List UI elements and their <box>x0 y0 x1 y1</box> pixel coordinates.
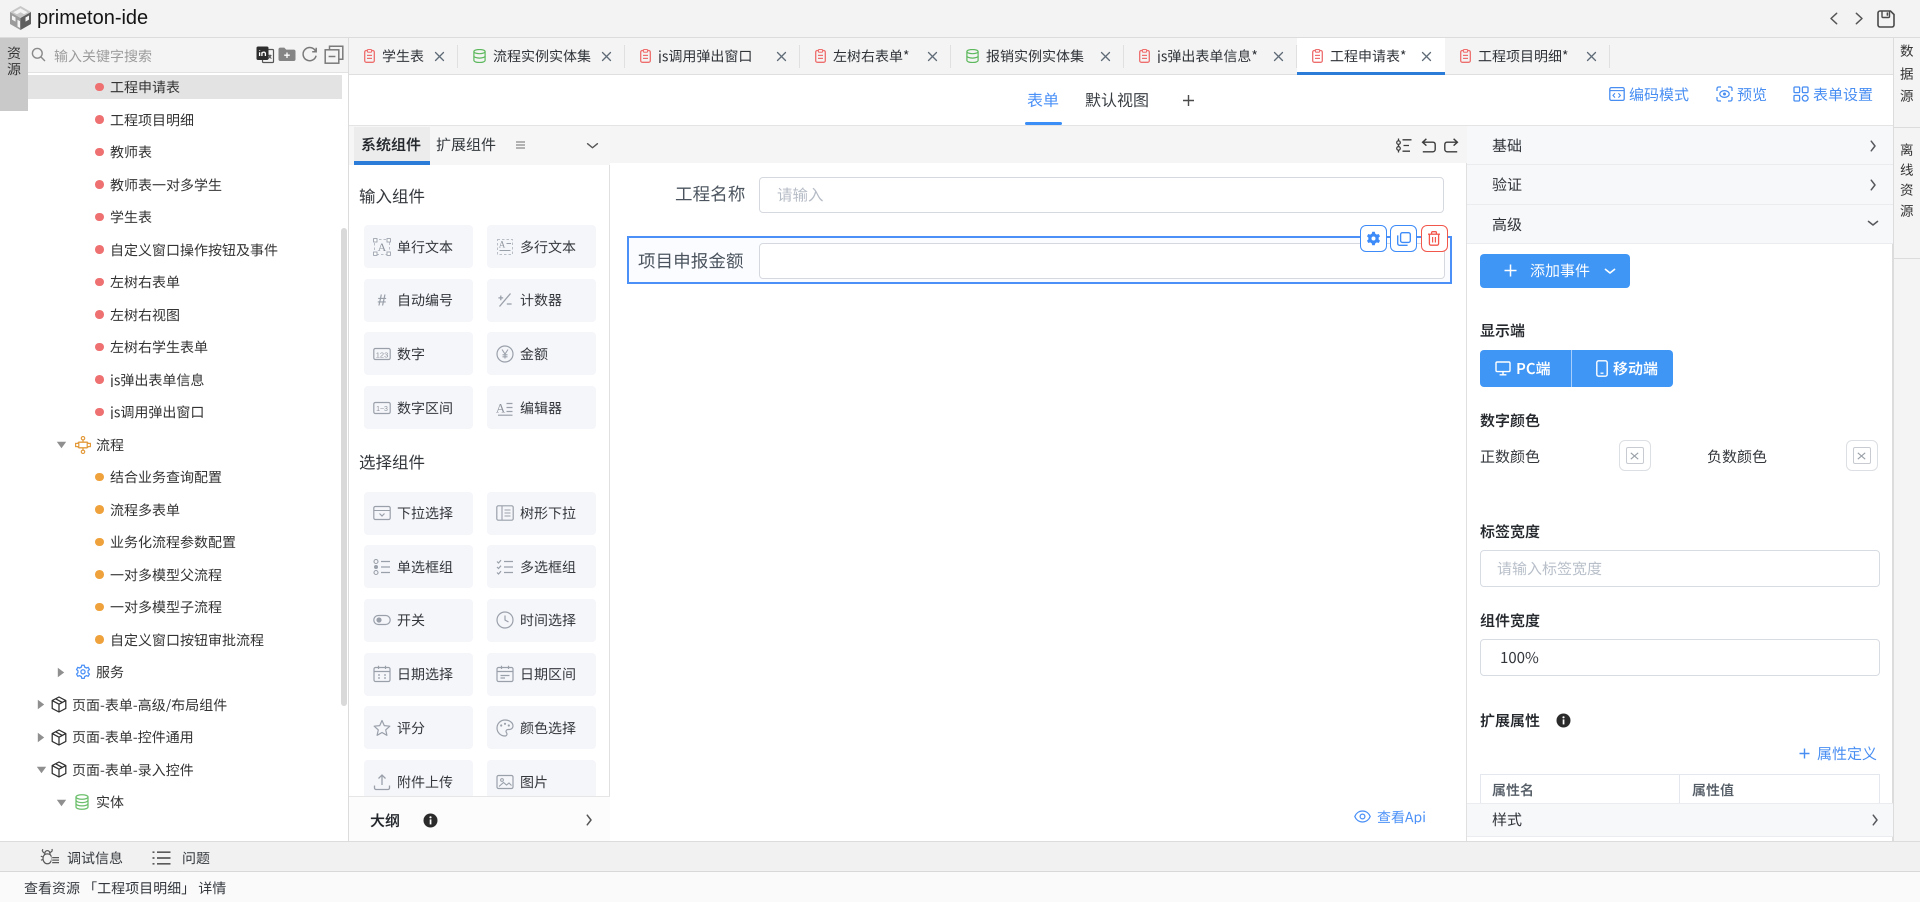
svg-text:#: # <box>378 293 387 310</box>
svg-text:123: 123 <box>376 350 389 359</box>
svg-text:A: A <box>498 239 505 249</box>
svg-text:A: A <box>496 400 506 415</box>
svg-text:1~3: 1~3 <box>376 406 388 413</box>
svg-text:A: A <box>378 240 387 254</box>
